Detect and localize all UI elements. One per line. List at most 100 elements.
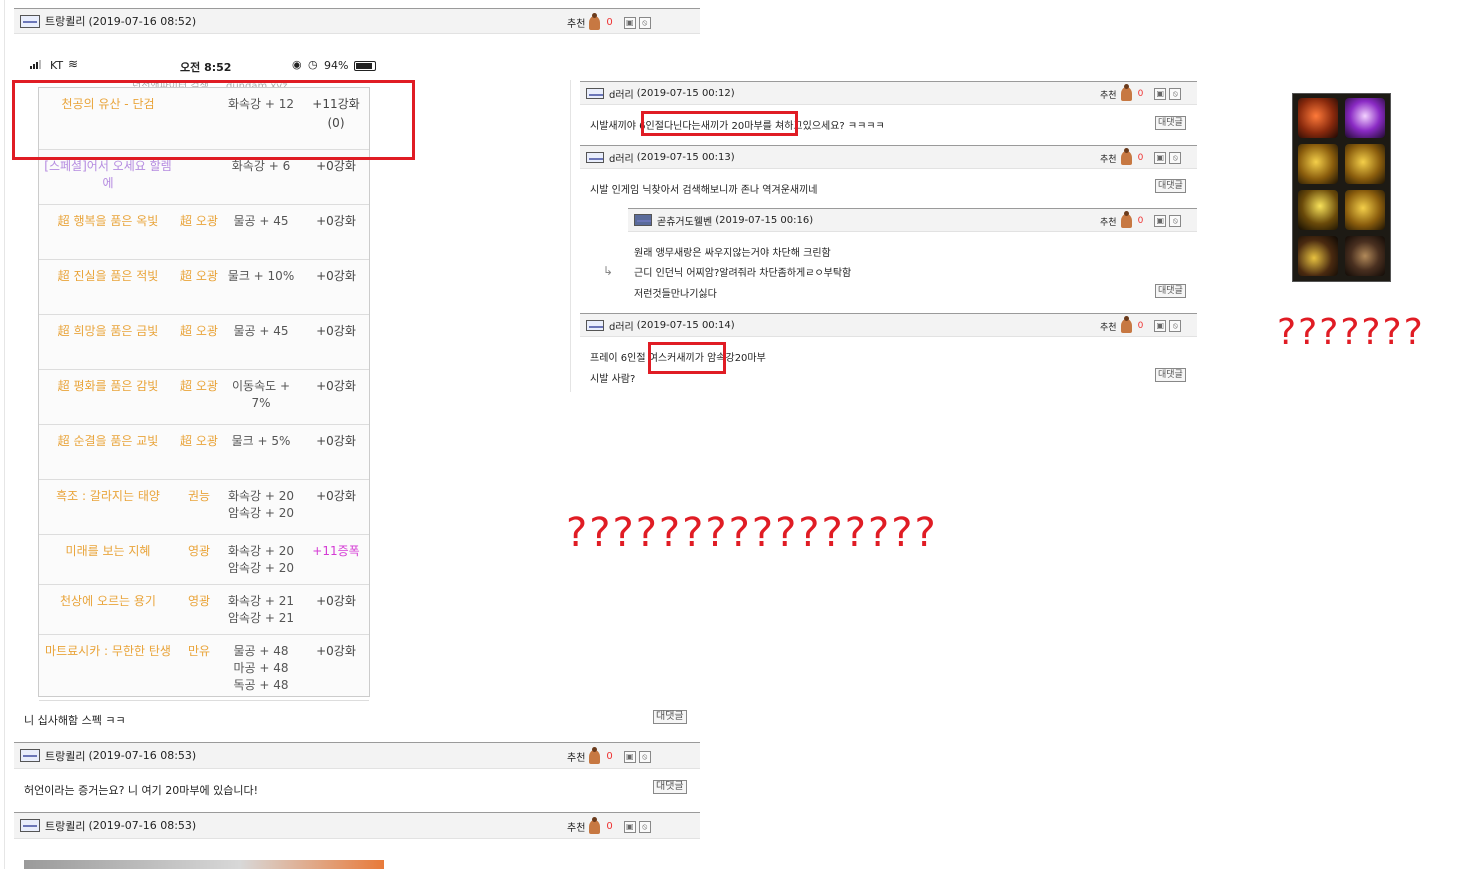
item-name[interactable]: 천상에 오르는 용기 [43, 593, 173, 610]
reply-button[interactable]: 대댓글 [1155, 284, 1186, 298]
report-icon[interactable]: ▣ [623, 16, 636, 29]
author-nick[interactable]: 트랑퀼리 [20, 818, 85, 834]
comment-date: (2019-07-15 00:14) [636, 319, 735, 331]
item-stat: 물크 + 10% [227, 269, 295, 283]
item-stat: 화속강 + 21 암속강 + 21 [227, 594, 295, 625]
item-grade: 超 오광 [180, 434, 218, 448]
item-name[interactable]: 흑조 : 갈라지는 태양 [43, 488, 173, 505]
item-stat: 이동속도 + 7% [231, 379, 291, 410]
item-slot[interactable] [1298, 190, 1338, 230]
recommend-icon[interactable] [589, 12, 601, 30]
author-name[interactable]: 곧츄거도웰벤 [657, 213, 712, 228]
thread-divider [570, 80, 571, 392]
item-slot[interactable] [1345, 236, 1385, 276]
reply-arrow-icon: ↳ [603, 264, 614, 278]
block-icon[interactable]: ⦸ [638, 750, 651, 763]
report-icon[interactable]: ▣ [1154, 88, 1167, 100]
author-name[interactable]: d러리 [609, 318, 634, 333]
report-icon[interactable]: ▣ [1154, 215, 1167, 227]
item-name[interactable]: 超 평화를 품은 감빛 [43, 378, 173, 395]
comment-date: (2019-07-16 08:53) [88, 749, 197, 762]
recommend-icon[interactable] [589, 816, 601, 834]
item-grade: 만유 [187, 644, 211, 658]
item-name[interactable]: 超 희망을 품은 금빛 [43, 323, 173, 340]
item-slot[interactable] [1345, 190, 1385, 230]
author-name[interactable]: d러리 [609, 150, 634, 165]
question-marks-annotation: ???????????????? [566, 510, 938, 556]
recommend-label: 추천 [567, 19, 586, 30]
item-grade: 영광 [187, 544, 211, 558]
report-icon[interactable]: ▣ [623, 820, 636, 833]
comment-header: d러리 (2019-07-15 00:13) 추천 0 ▣ ⦸ [580, 145, 1197, 169]
author-name[interactable]: 트랑퀼리 [45, 818, 85, 834]
recommend-icon[interactable] [1120, 148, 1132, 165]
block-icon[interactable]: ⦸ [1169, 152, 1182, 164]
author-nick[interactable]: d러리 [586, 86, 634, 101]
author-nick[interactable]: d러리 [586, 150, 634, 165]
recommend-area: 추천 0 ▣ ⦸ [1100, 148, 1182, 165]
author-nick[interactable]: 트랑퀼리 [20, 13, 85, 29]
item-slot[interactable] [1298, 144, 1338, 184]
item-name[interactable]: 미래를 보는 지혜 [43, 543, 173, 560]
recommend-icon[interactable] [1120, 316, 1132, 333]
report-icon[interactable]: ▣ [623, 750, 636, 763]
comment-header: 트랑퀼리 (2019-07-16 08:52) 추천 0 ▣ ⦸ [14, 8, 700, 34]
reply-body-line: 저런것들만나기싫다 [634, 289, 717, 300]
item-slot[interactable] [1345, 98, 1385, 138]
item-name[interactable]: [스페셜]어서 오세요 할렘에 [43, 158, 173, 192]
item-name[interactable]: 超 순결을 품은 교빛 [43, 433, 173, 450]
block-icon[interactable]: ⦸ [1169, 88, 1182, 100]
recommend-label: 추천 [1100, 90, 1117, 101]
block-icon[interactable]: ⦸ [638, 16, 651, 29]
recommend-count: 0 [1137, 153, 1144, 163]
block-icon[interactable]: ⦸ [638, 820, 651, 833]
recommend-area: 추천 0 ▣ ⦸ [567, 746, 651, 764]
item-slot[interactable] [1298, 236, 1338, 276]
item-slot[interactable] [1345, 144, 1385, 184]
item-name[interactable]: 마트료시카 : 무한한 탄생 [43, 643, 173, 660]
comment-header: 트랑퀼리 (2019-07-16 08:53) 추천 0 ▣ ⦸ [14, 742, 700, 769]
author-name[interactable]: 트랑퀼리 [45, 13, 85, 29]
author-name[interactable]: d러리 [609, 86, 634, 101]
reply-button[interactable]: 대댓글 [1155, 368, 1186, 382]
author-name[interactable]: 트랑퀼리 [45, 748, 85, 764]
item-name[interactable]: 超 진실을 품은 적빛 [43, 268, 173, 285]
recommend-area: 추천 0 ▣ ⦸ [567, 12, 651, 30]
equipment-row: 超 진실을 품은 적빛 超 오광 물크 + 10% +0강화 [39, 260, 369, 315]
reply-button[interactable]: 대댓글 [653, 710, 687, 724]
item-grade: 권능 [187, 489, 211, 503]
recommend-area: 추천 0 ▣ ⦸ [1100, 84, 1182, 101]
comment-date: (2019-07-15 00:13) [636, 151, 735, 163]
attached-image[interactable] [24, 860, 384, 869]
item-enchant: +0강화 [316, 324, 356, 338]
recommend-icon[interactable] [1120, 211, 1132, 228]
comment-header: d러리 (2019-07-15 00:14) 추천 0 ▣ ⦸ [580, 313, 1197, 337]
battery-icon [354, 61, 376, 71]
level-icon [586, 319, 604, 331]
equipment-row: 미래를 보는 지혜 영광 화속강 + 20 암속강 + 20 +11증폭 [39, 535, 369, 585]
comment-date: (2019-07-15 00:12) [636, 87, 735, 99]
item-enchant: +0강화 [316, 434, 356, 448]
author-nick[interactable]: 트랑퀼리 [20, 748, 85, 764]
item-slot[interactable] [1298, 98, 1338, 138]
item-enchant: +0강화 [316, 159, 356, 173]
item-name[interactable]: 超 행복을 품은 옥빛 [43, 213, 173, 230]
recommend-icon[interactable] [1120, 84, 1132, 101]
report-icon[interactable]: ▣ [1154, 320, 1167, 332]
block-icon[interactable]: ⦸ [1169, 320, 1182, 332]
reply-button[interactable]: 대댓글 [1155, 179, 1186, 193]
block-icon[interactable]: ⦸ [1169, 215, 1182, 227]
author-nick[interactable]: d러리 [586, 318, 634, 333]
item-stat: 화속강 + 6 [231, 159, 291, 173]
equipment-row: 超 평화를 품은 감빛 超 오광 이동속도 + 7% +0강화 [39, 370, 369, 425]
comment-header: d러리 (2019-07-15 00:12) 추천 0 ▣ ⦸ [580, 81, 1197, 105]
recommend-icon[interactable] [589, 746, 601, 764]
item-stat: 화속강 + 20 암속강 + 20 [227, 489, 295, 520]
wifi-icon: ≋ [68, 57, 79, 71]
reply-button[interactable]: 대댓글 [1155, 116, 1186, 130]
item-enchant: +0강화 [316, 644, 356, 658]
highlight-box [641, 111, 798, 136]
report-icon[interactable]: ▣ [1154, 152, 1167, 164]
reply-button[interactable]: 대댓글 [653, 780, 687, 794]
author-nick[interactable]: 곧츄거도웰벤 [634, 213, 712, 228]
